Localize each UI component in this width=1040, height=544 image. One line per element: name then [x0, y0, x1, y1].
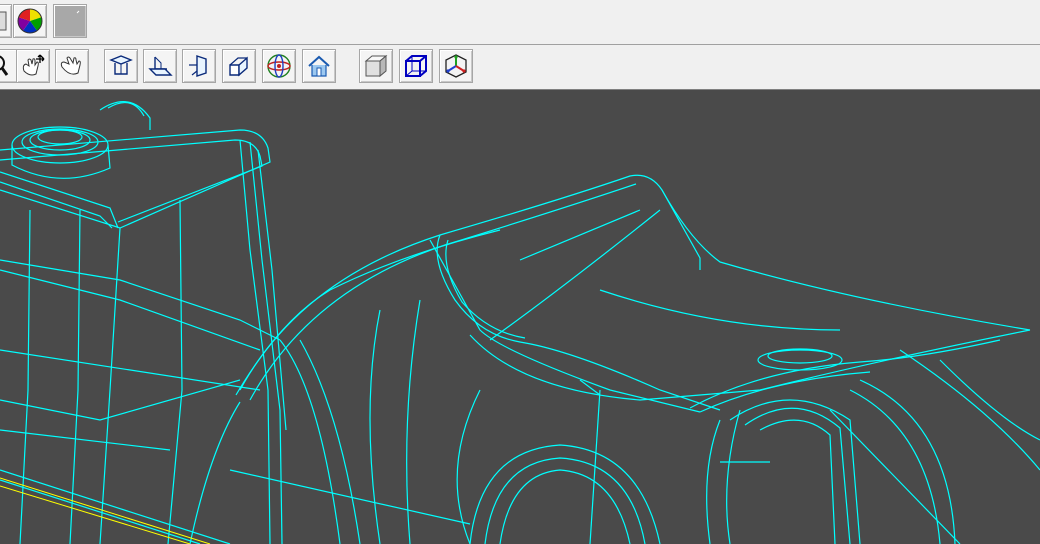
wireframe-mode-button[interactable] — [399, 49, 433, 83]
wireframe-model — [0, 101, 1040, 544]
home-icon — [308, 55, 330, 77]
view-side-button[interactable] — [182, 49, 216, 83]
window-button-partial[interactable] — [0, 4, 12, 38]
view-front-icon — [148, 56, 173, 76]
view-toolbar — [0, 45, 1040, 90]
shaded-cube-icon — [364, 54, 388, 78]
window-icon — [0, 11, 7, 31]
3d-viewport[interactable] — [0, 90, 1040, 544]
view-top-button[interactable] — [104, 49, 138, 83]
view-iso-button[interactable] — [222, 49, 256, 83]
view-side-icon — [189, 55, 207, 77]
hand-icon — [60, 56, 81, 75]
view-front-button[interactable] — [143, 49, 177, 83]
axes-mode-button[interactable] — [439, 49, 473, 83]
view-home-button[interactable] — [302, 49, 336, 83]
top-toolbar — [0, 0, 1040, 45]
sphere-axes-icon — [267, 54, 291, 78]
swatch-button[interactable] — [53, 4, 87, 38]
magnifier-icon — [0, 55, 9, 76]
hand-move-icon — [22, 54, 45, 76]
view-sphere-button[interactable] — [262, 49, 296, 83]
color-wheel-button[interactable] — [13, 4, 47, 38]
rotate-button[interactable] — [55, 49, 89, 83]
color-wheel-icon — [17, 8, 43, 34]
gray-swatch-icon — [76, 10, 80, 14]
shaded-mode-button[interactable] — [359, 49, 393, 83]
view-iso-icon — [229, 56, 248, 77]
pan-button[interactable] — [16, 49, 50, 83]
axes-cube-icon — [445, 54, 467, 78]
view-top-icon — [109, 55, 133, 75]
wireframe-cube-icon — [405, 55, 427, 77]
